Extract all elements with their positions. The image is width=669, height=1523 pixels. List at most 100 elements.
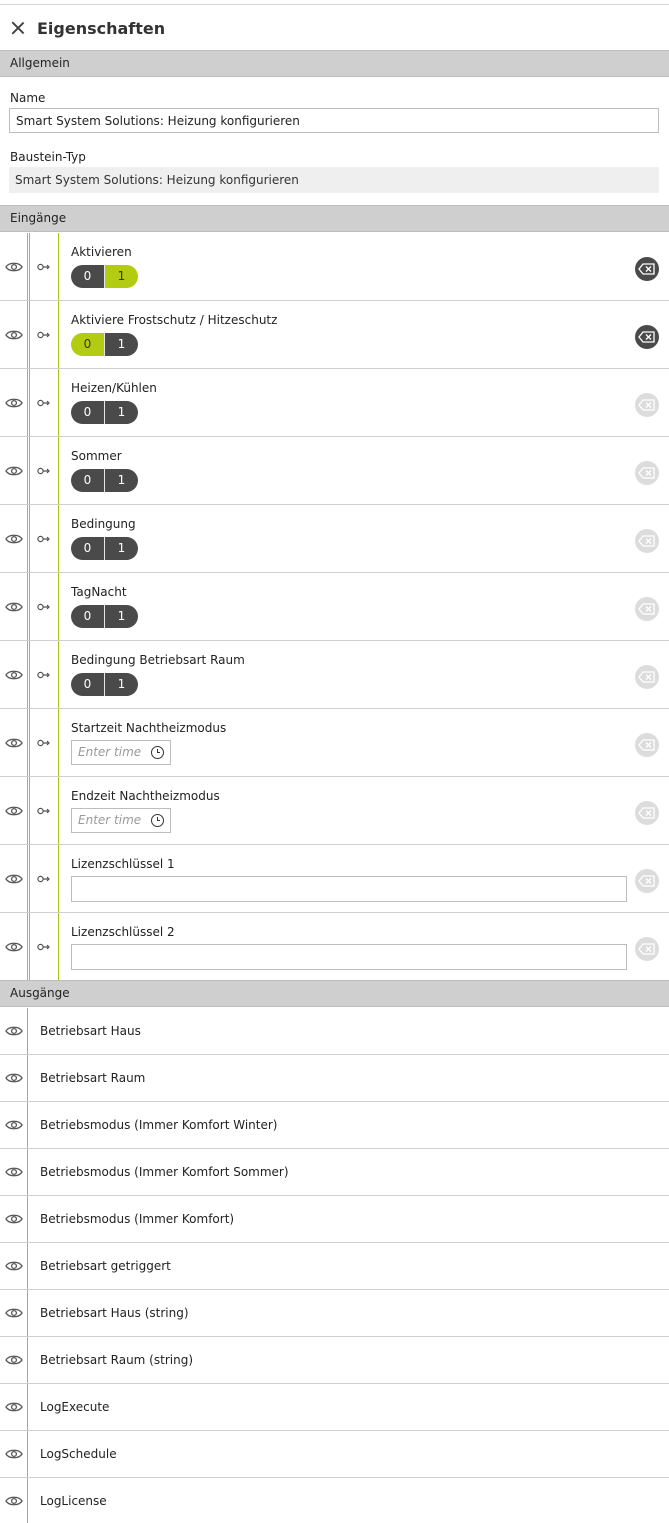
toggle-option-1[interactable]: 1 — [104, 605, 138, 628]
clear-value-icon[interactable] — [635, 461, 659, 485]
name-input[interactable] — [9, 108, 659, 133]
eye-icon[interactable] — [0, 913, 28, 980]
toggle-option-1[interactable]: 1 — [104, 537, 138, 560]
binary-toggle: 01 — [71, 605, 138, 628]
input-label: Aktivieren — [71, 245, 132, 259]
toggle-option-1[interactable]: 1 — [104, 469, 138, 492]
input-label: Heizen/Kühlen — [71, 381, 157, 395]
eye-icon[interactable] — [0, 777, 28, 844]
eye-icon[interactable] — [0, 1149, 28, 1195]
eye-icon[interactable] — [0, 845, 28, 912]
binary-toggle: 01 — [71, 333, 138, 356]
output-label: Betriebsart Raum (string) — [40, 1353, 193, 1367]
clock-icon[interactable] — [151, 814, 164, 827]
output-label: Betriebsart Raum — [40, 1071, 146, 1085]
toggle-option-0[interactable]: 0 — [71, 673, 104, 696]
output-row: Betriebsmodus (Immer Komfort Winter) — [0, 1102, 669, 1149]
license-key-input[interactable] — [71, 944, 627, 970]
output-label: Betriebsmodus (Immer Komfort Sommer) — [40, 1165, 289, 1179]
toggle-option-0[interactable]: 0 — [71, 469, 104, 492]
clear-value-icon[interactable] — [635, 733, 659, 757]
output-label: Betriebsmodus (Immer Komfort Winter) — [40, 1118, 278, 1132]
output-label: Betriebsart getriggert — [40, 1259, 171, 1273]
clear-value-icon[interactable] — [635, 801, 659, 825]
eye-icon[interactable] — [0, 1384, 28, 1430]
binary-toggle: 01 — [71, 401, 138, 424]
eye-icon[interactable] — [0, 641, 28, 708]
close-icon[interactable] — [10, 20, 26, 36]
connect-icon[interactable] — [29, 301, 59, 368]
clear-value-icon[interactable] — [635, 257, 659, 281]
eye-icon[interactable] — [0, 437, 28, 504]
time-input[interactable]: Enter time — [71, 740, 171, 765]
eye-icon[interactable] — [0, 301, 28, 368]
input-row: TagNacht 0 1 — [0, 573, 669, 641]
connect-icon[interactable] — [29, 845, 59, 912]
panel-header: Eigenschaften — [0, 6, 669, 50]
toggle-option-0[interactable]: 0 — [71, 605, 104, 628]
output-row: Betriebsart Raum — [0, 1055, 669, 1102]
clock-icon[interactable] — [151, 746, 164, 759]
input-label: Endzeit Nachtheizmodus — [71, 789, 220, 803]
input-row: Aktiviere Frostschutz / Hitzeschutz 0 1 — [0, 301, 669, 369]
connect-icon[interactable] — [29, 505, 59, 572]
clear-value-icon[interactable] — [635, 393, 659, 417]
input-row: Lizenzschlüssel 2 — [0, 913, 669, 981]
type-label: Baustein-Typ — [10, 150, 86, 164]
connect-icon[interactable] — [29, 437, 59, 504]
toggle-option-1[interactable]: 1 — [104, 401, 138, 424]
output-row: LogLicense — [0, 1478, 669, 1523]
eye-icon[interactable] — [0, 1431, 28, 1477]
eye-icon[interactable] — [0, 1008, 28, 1054]
toggle-option-0[interactable]: 0 — [71, 401, 104, 424]
input-label: Sommer — [71, 449, 122, 463]
output-label: Betriebsmodus (Immer Komfort) — [40, 1212, 235, 1226]
binary-toggle: 01 — [71, 673, 138, 696]
connect-icon[interactable] — [29, 573, 59, 640]
output-label: LogExecute — [40, 1400, 110, 1414]
eye-icon[interactable] — [0, 233, 28, 300]
section-inputs: Eingänge — [0, 205, 669, 232]
eye-icon[interactable] — [0, 1055, 28, 1101]
toggle-option-0[interactable]: 0 — [71, 333, 104, 356]
output-row: Betriebsart Haus — [0, 1008, 669, 1055]
toggle-option-1[interactable]: 1 — [104, 333, 138, 356]
binary-toggle: 01 — [71, 265, 138, 288]
eye-icon[interactable] — [0, 1290, 28, 1336]
license-key-input[interactable] — [71, 876, 627, 902]
toggle-option-0[interactable]: 0 — [71, 537, 104, 560]
input-row: Bedingung 0 1 — [0, 505, 669, 573]
output-label: Betriebsart Haus (string) — [40, 1306, 189, 1320]
time-input[interactable]: Enter time — [71, 808, 171, 833]
eye-icon[interactable] — [0, 1196, 28, 1242]
clear-value-icon[interactable] — [635, 529, 659, 553]
input-row: Bedingung Betriebsart Raum 0 1 — [0, 641, 669, 709]
clear-value-icon[interactable] — [635, 869, 659, 893]
binary-toggle: 01 — [71, 469, 138, 492]
connect-icon[interactable] — [29, 709, 59, 776]
eye-icon[interactable] — [0, 369, 28, 436]
eye-icon[interactable] — [0, 709, 28, 776]
clear-value-icon[interactable] — [635, 325, 659, 349]
eye-icon[interactable] — [0, 505, 28, 572]
clear-value-icon[interactable] — [635, 665, 659, 689]
toggle-option-1[interactable]: 1 — [104, 673, 138, 696]
clear-value-icon[interactable] — [635, 937, 659, 961]
connect-icon[interactable] — [29, 369, 59, 436]
connect-icon[interactable] — [29, 233, 59, 300]
connect-icon[interactable] — [29, 913, 59, 980]
toggle-option-0[interactable]: 0 — [71, 265, 104, 288]
eye-icon[interactable] — [0, 1243, 28, 1289]
input-label: Startzeit Nachtheizmodus — [71, 721, 227, 735]
eye-icon[interactable] — [0, 1478, 28, 1523]
connect-icon[interactable] — [29, 641, 59, 708]
eye-icon[interactable] — [0, 573, 28, 640]
top-divider — [0, 4, 669, 5]
clear-value-icon[interactable] — [635, 597, 659, 621]
output-row: Betriebsart getriggert — [0, 1243, 669, 1290]
connect-icon[interactable] — [29, 777, 59, 844]
eye-icon[interactable] — [0, 1337, 28, 1383]
toggle-option-1[interactable]: 1 — [104, 265, 138, 288]
time-placeholder: Enter time — [78, 745, 142, 759]
eye-icon[interactable] — [0, 1102, 28, 1148]
